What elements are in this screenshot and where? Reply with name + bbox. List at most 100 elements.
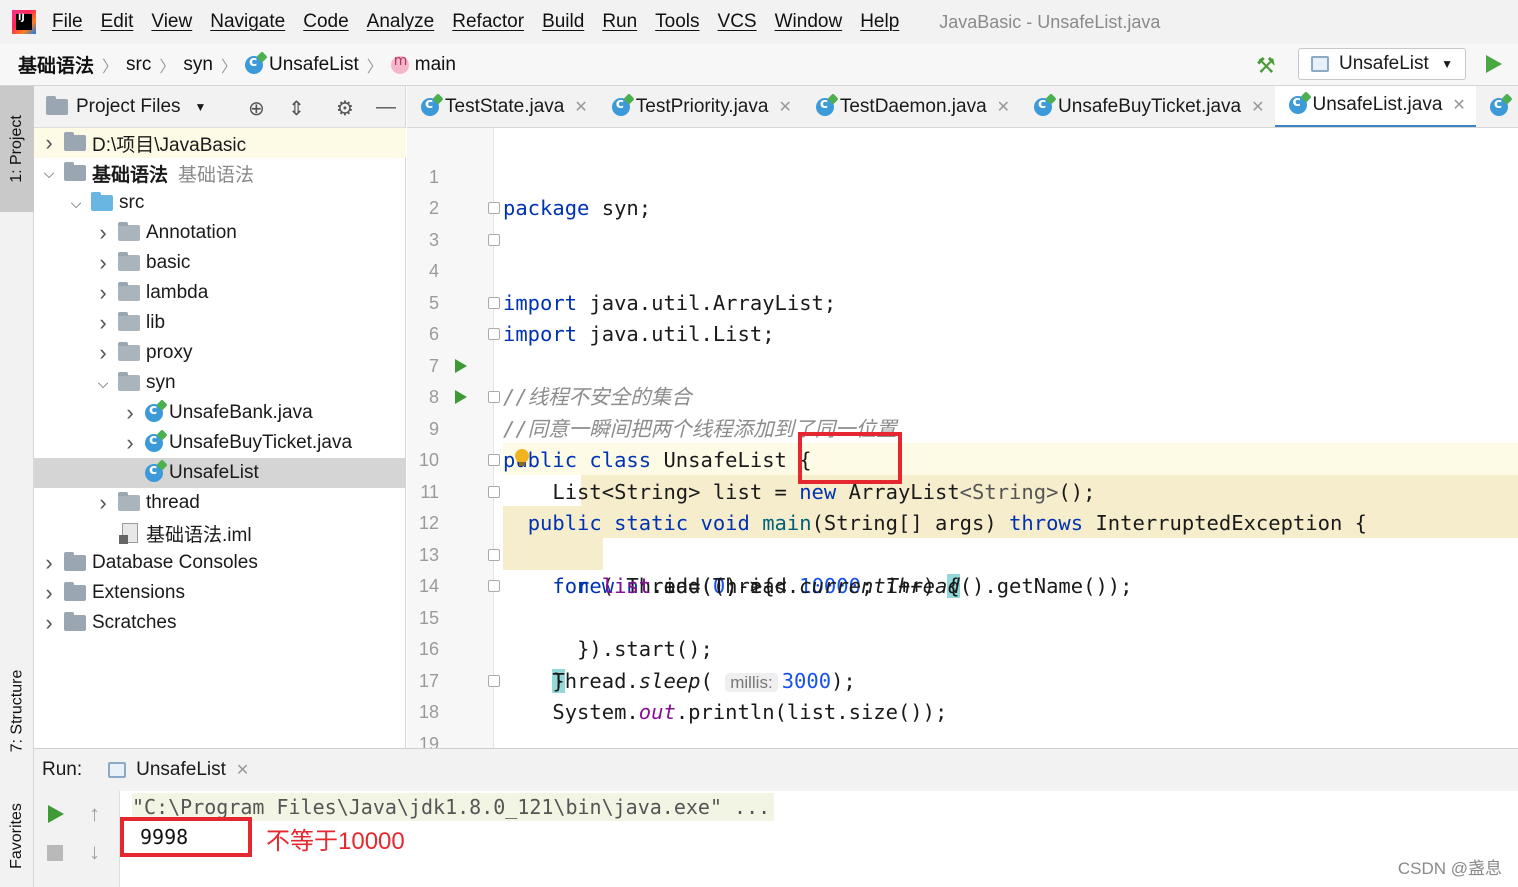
tab-overflow[interactable]: [1476, 86, 1518, 127]
lightbulb-icon[interactable]: [515, 449, 529, 467]
tree-item[interactable]: › D:\项目\JavaBasic: [34, 128, 406, 158]
chevron-right-icon[interactable]: ›: [123, 430, 137, 456]
chevron-down-icon[interactable]: ⌵: [96, 375, 110, 392]
tab-testpriority[interactable]: TestPriority.java ✕: [598, 86, 802, 127]
tree-item[interactable]: › thread: [34, 488, 406, 518]
tab-teststate[interactable]: TestState.java ✕: [407, 86, 598, 127]
tree-item[interactable]: › proxy: [34, 338, 406, 368]
chevron-right-icon[interactable]: ›: [96, 280, 110, 306]
fold-icon[interactable]: [488, 674, 500, 687]
class-icon: [145, 402, 163, 422]
tab-label: UnsafeList.java: [1312, 94, 1443, 115]
chevron-right-icon[interactable]: ›: [96, 490, 110, 516]
tool-tab-structure[interactable]: 7: Structure: [0, 656, 34, 766]
chevron-right-icon[interactable]: ›: [42, 580, 56, 606]
gear-icon[interactable]: ⚙: [336, 96, 354, 121]
tree-item[interactable]: › Extensions: [34, 578, 406, 608]
tool-tab-favorites[interactable]: Favorites: [0, 786, 34, 886]
menu-build[interactable]: Build: [542, 11, 584, 33]
fold-icon[interactable]: [488, 548, 500, 561]
tree-item[interactable]: › UnsafeBank.java: [34, 398, 406, 428]
fold-icon[interactable]: [488, 580, 500, 592]
tree-item[interactable]: › lambda: [34, 278, 406, 308]
chevron-right-icon[interactable]: ›: [96, 220, 110, 246]
tree-item[interactable]: ⌵ syn: [34, 368, 406, 398]
chevron-right-icon[interactable]: ›: [42, 130, 56, 156]
tab-testdaemon[interactable]: TestDaemon.java ✕: [802, 86, 1020, 127]
arrow-up-icon[interactable]: ↑: [89, 801, 100, 827]
hide-icon[interactable]: —: [376, 96, 396, 119]
tree-item[interactable]: 基础语法.iml: [34, 518, 406, 548]
close-icon[interactable]: ✕: [1251, 97, 1264, 117]
menu-run[interactable]: Run: [602, 11, 637, 33]
menu-analyze[interactable]: Analyze: [367, 11, 435, 33]
close-icon[interactable]: ✕: [236, 760, 249, 780]
menu-refactor[interactable]: Refactor: [452, 11, 524, 33]
menu-window[interactable]: Window: [775, 11, 843, 33]
code-line: 16 Thread.sleep( millis: 3000);: [407, 603, 1518, 693]
tree-item[interactable]: › basic: [34, 248, 406, 278]
console-output[interactable]: "C:\Program Files\Java\jdk1.8.0_121\bin\…: [120, 791, 1518, 887]
caret-down-icon[interactable]: ▼: [195, 100, 207, 114]
fold-icon[interactable]: [488, 328, 500, 340]
breadcrumb-module[interactable]: 基础语法: [18, 51, 94, 78]
fold-icon[interactable]: [488, 454, 500, 466]
run-tab[interactable]: UnsafeList ✕: [108, 759, 249, 781]
tree-item[interactable]: › Scratches: [34, 608, 406, 638]
fold-icon[interactable]: [488, 202, 500, 214]
tree-item[interactable]: ⌵ 基础语法 基础语法: [34, 158, 406, 188]
fold-icon[interactable]: [488, 233, 500, 246]
tab-unsafebuyticket[interactable]: UnsafeBuyTicket.java ✕: [1020, 86, 1274, 127]
chevron-right-icon[interactable]: ›: [123, 400, 137, 426]
tree-item[interactable]: ⌵ src: [34, 188, 406, 218]
chevron-right-icon[interactable]: ›: [96, 340, 110, 366]
breadcrumb-method[interactable]: main: [415, 54, 456, 76]
chevron-down-icon[interactable]: ⌵: [42, 165, 56, 182]
rerun-icon[interactable]: [48, 805, 64, 823]
arrow-down-icon[interactable]: ↓: [89, 839, 100, 865]
fold-icon[interactable]: [488, 485, 500, 498]
menu-vcs[interactable]: VCS: [718, 11, 757, 33]
tab-label: TestDaemon.java: [839, 95, 987, 117]
menu-file[interactable]: File: [52, 11, 83, 33]
breadcrumb-src[interactable]: src: [126, 54, 151, 76]
run-icon[interactable]: [1486, 55, 1502, 73]
tree-item[interactable]: › Annotation: [34, 218, 406, 248]
close-icon[interactable]: ✕: [574, 97, 587, 117]
tab-unsafelist[interactable]: UnsafeList.java ✕: [1274, 86, 1476, 127]
menu-help[interactable]: Help: [860, 11, 899, 33]
menu-view[interactable]: View: [151, 11, 192, 33]
tree-item[interactable]: › lib: [34, 308, 406, 338]
stop-icon[interactable]: [47, 845, 63, 861]
code-editor[interactable]: 1 package syn; 2 3 import java.util.Arra…: [407, 128, 1518, 748]
run-gutter-icon[interactable]: [455, 390, 467, 404]
locate-icon[interactable]: ⊕: [248, 96, 265, 121]
run-gutter-icon[interactable]: [455, 358, 467, 373]
menu-tools[interactable]: Tools: [655, 11, 699, 33]
chevron-right-icon[interactable]: ›: [96, 310, 110, 336]
close-icon[interactable]: ✕: [1452, 95, 1465, 115]
tool-tab-project[interactable]: 1: Project: [0, 86, 34, 212]
tree-item[interactable]: › Database Consoles: [34, 548, 406, 578]
menu-code[interactable]: Code: [303, 11, 348, 33]
fold-icon[interactable]: [488, 296, 500, 309]
breadcrumb-package[interactable]: syn: [183, 54, 213, 76]
chevron-right-icon[interactable]: ›: [42, 610, 56, 636]
breadcrumb-class[interactable]: UnsafeList: [269, 54, 359, 76]
code-line: 6 //线程不安全的集合: [407, 288, 1518, 409]
fold-icon[interactable]: [488, 391, 500, 403]
tree-item[interactable]: › UnsafeBuyTicket.java: [34, 428, 406, 458]
project-view-select[interactable]: Project Files: [76, 96, 181, 118]
menu-navigate[interactable]: Navigate: [210, 11, 285, 33]
tree-item-label: Database Consoles: [92, 552, 258, 573]
run-configuration-select[interactable]: UnsafeList ▼: [1298, 48, 1466, 80]
tree-item[interactable]: UnsafeList: [34, 458, 406, 488]
menu-edit[interactable]: Edit: [101, 11, 134, 33]
chevron-right-icon[interactable]: ›: [42, 550, 56, 576]
collapse-all-icon[interactable]: ⇕: [288, 96, 305, 121]
chevron-down-icon[interactable]: ⌵: [69, 195, 83, 212]
chevron-right-icon[interactable]: ›: [96, 250, 110, 276]
build-hammer-icon[interactable]: ⚒: [1256, 54, 1280, 78]
close-icon[interactable]: ✕: [778, 97, 791, 117]
close-icon[interactable]: ✕: [997, 97, 1010, 117]
